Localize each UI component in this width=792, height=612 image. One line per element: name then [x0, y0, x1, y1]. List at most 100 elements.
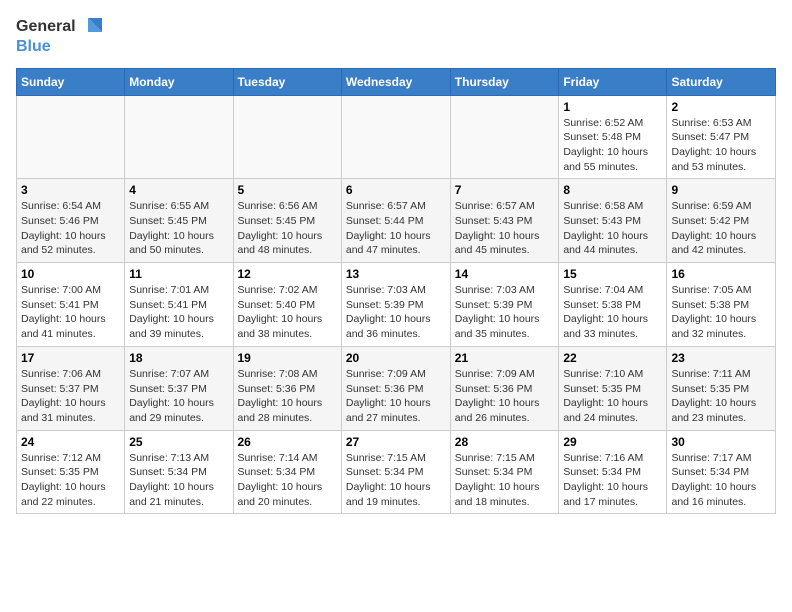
calendar-table: SundayMondayTuesdayWednesdayThursdayFrid…: [16, 68, 776, 515]
calendar-week-row: 24Sunrise: 7:12 AM Sunset: 5:35 PM Dayli…: [17, 430, 776, 514]
day-info: Sunrise: 7:03 AM Sunset: 5:39 PM Dayligh…: [346, 283, 446, 342]
weekday-header: Saturday: [667, 68, 776, 95]
day-number: 20: [346, 351, 446, 365]
day-info: Sunrise: 7:13 AM Sunset: 5:34 PM Dayligh…: [129, 451, 228, 510]
weekday-header: Thursday: [450, 68, 559, 95]
calendar-cell: 20 Sunrise: 7:09 AM Sunset: 5:36 PM Dayli…: [341, 346, 450, 430]
calendar-cell: [17, 95, 125, 179]
day-info: Sunrise: 7:15 AM Sunset: 5:34 PM Dayligh…: [346, 451, 446, 510]
day-info: Sunrise: 7:08 AM Sunset: 5:36 PM Dayligh…: [238, 367, 337, 426]
day-info: Sunrise: 7:09 AM Sunset: 5:36 PM Dayligh…: [455, 367, 555, 426]
calendar-cell: 18Sunrise: 7:07 AM Sunset: 5:37 PM Dayli…: [125, 346, 233, 430]
day-number: 24: [21, 435, 120, 449]
calendar-week-row: 3 Sunrise: 6:54 AM Sunset: 5:46 PM Daylig…: [17, 179, 776, 263]
weekday-header: Friday: [559, 68, 667, 95]
calendar-cell: 30 Sunrise: 7:17 AM Sunset: 5:34 PM Dayli…: [667, 430, 776, 514]
day-info: Sunrise: 7:09 AM Sunset: 5:36 PM Dayligh…: [346, 367, 446, 426]
day-info: Sunrise: 7:11 AM Sunset: 5:35 PM Dayligh…: [671, 367, 771, 426]
day-info: Sunrise: 6:58 AM Sunset: 5:43 PM Dayligh…: [563, 199, 662, 258]
logo: General Blue: [16, 16, 102, 56]
day-info: Sunrise: 7:07 AM Sunset: 5:37 PM Dayligh…: [129, 367, 228, 426]
calendar-cell: 5 Sunrise: 6:56 AM Sunset: 5:45 PM Daylig…: [233, 179, 341, 263]
day-number: 4: [129, 183, 228, 197]
day-info: Sunrise: 6:59 AM Sunset: 5:42 PM Dayligh…: [671, 199, 771, 258]
day-number: 1: [563, 100, 662, 114]
day-info: Sunrise: 6:55 AM Sunset: 5:45 PM Dayligh…: [129, 199, 228, 258]
calendar-cell: 29Sunrise: 7:16 AM Sunset: 5:34 PM Dayli…: [559, 430, 667, 514]
day-number: 16: [671, 267, 771, 281]
day-number: 25: [129, 435, 228, 449]
day-number: 8: [563, 183, 662, 197]
day-number: 17: [21, 351, 120, 365]
calendar-cell: [450, 95, 559, 179]
day-info: Sunrise: 7:00 AM Sunset: 5:41 PM Dayligh…: [21, 283, 120, 342]
day-number: 22: [563, 351, 662, 365]
page-header: General Blue: [16, 16, 776, 56]
day-number: 28: [455, 435, 555, 449]
calendar-cell: 12 Sunrise: 7:02 AM Sunset: 5:40 PM Dayli…: [233, 263, 341, 347]
calendar-cell: 19 Sunrise: 7:08 AM Sunset: 5:36 PM Dayli…: [233, 346, 341, 430]
day-number: 2: [671, 100, 771, 114]
calendar-cell: 6 Sunrise: 6:57 AM Sunset: 5:44 PM Daylig…: [341, 179, 450, 263]
calendar-cell: 23Sunrise: 7:11 AM Sunset: 5:35 PM Dayli…: [667, 346, 776, 430]
day-number: 27: [346, 435, 446, 449]
day-info: Sunrise: 7:05 AM Sunset: 5:38 PM Dayligh…: [671, 283, 771, 342]
weekday-header: Wednesday: [341, 68, 450, 95]
day-number: 13: [346, 267, 446, 281]
calendar-cell: [125, 95, 233, 179]
calendar-week-row: 17 Sunrise: 7:06 AM Sunset: 5:37 PM Dayli…: [17, 346, 776, 430]
calendar-cell: 27 Sunrise: 7:15 AM Sunset: 5:34 PM Dayli…: [341, 430, 450, 514]
day-number: 10: [21, 267, 120, 281]
day-info: Sunrise: 6:57 AM Sunset: 5:43 PM Dayligh…: [455, 199, 555, 258]
weekday-header: Tuesday: [233, 68, 341, 95]
day-info: Sunrise: 6:53 AM Sunset: 5:47 PM Dayligh…: [671, 116, 771, 175]
day-info: Sunrise: 7:17 AM Sunset: 5:34 PM Dayligh…: [671, 451, 771, 510]
calendar-cell: 13 Sunrise: 7:03 AM Sunset: 5:39 PM Dayli…: [341, 263, 450, 347]
calendar-cell: 14 Sunrise: 7:03 AM Sunset: 5:39 PM Dayli…: [450, 263, 559, 347]
calendar-cell: 1Sunrise: 6:52 AM Sunset: 5:48 PM Daylig…: [559, 95, 667, 179]
day-info: Sunrise: 7:06 AM Sunset: 5:37 PM Dayligh…: [21, 367, 120, 426]
calendar-header-row: SundayMondayTuesdayWednesdayThursdayFrid…: [17, 68, 776, 95]
calendar-week-row: 10 Sunrise: 7:00 AM Sunset: 5:41 PM Dayli…: [17, 263, 776, 347]
day-number: 19: [238, 351, 337, 365]
day-number: 14: [455, 267, 555, 281]
calendar-cell: 24Sunrise: 7:12 AM Sunset: 5:35 PM Dayli…: [17, 430, 125, 514]
day-number: 6: [346, 183, 446, 197]
calendar-cell: [233, 95, 341, 179]
calendar-cell: 17 Sunrise: 7:06 AM Sunset: 5:37 PM Dayli…: [17, 346, 125, 430]
day-number: 21: [455, 351, 555, 365]
day-info: Sunrise: 7:02 AM Sunset: 5:40 PM Dayligh…: [238, 283, 337, 342]
day-info: Sunrise: 6:54 AM Sunset: 5:46 PM Dayligh…: [21, 199, 120, 258]
day-info: Sunrise: 7:14 AM Sunset: 5:34 PM Dayligh…: [238, 451, 337, 510]
calendar-cell: 9 Sunrise: 6:59 AM Sunset: 5:42 PM Daylig…: [667, 179, 776, 263]
calendar-cell: 15Sunrise: 7:04 AM Sunset: 5:38 PM Dayli…: [559, 263, 667, 347]
calendar-cell: 25 Sunrise: 7:13 AM Sunset: 5:34 PM Dayli…: [125, 430, 233, 514]
day-info: Sunrise: 7:01 AM Sunset: 5:41 PM Dayligh…: [129, 283, 228, 342]
calendar-cell: 8 Sunrise: 6:58 AM Sunset: 5:43 PM Daylig…: [559, 179, 667, 263]
day-number: 5: [238, 183, 337, 197]
calendar-cell: 22Sunrise: 7:10 AM Sunset: 5:35 PM Dayli…: [559, 346, 667, 430]
calendar-cell: 28 Sunrise: 7:15 AM Sunset: 5:34 PM Dayli…: [450, 430, 559, 514]
day-info: Sunrise: 7:16 AM Sunset: 5:34 PM Dayligh…: [563, 451, 662, 510]
calendar-cell: 7Sunrise: 6:57 AM Sunset: 5:43 PM Daylig…: [450, 179, 559, 263]
day-number: 12: [238, 267, 337, 281]
day-number: 11: [129, 267, 228, 281]
day-info: Sunrise: 7:04 AM Sunset: 5:38 PM Dayligh…: [563, 283, 662, 342]
calendar-cell: 16 Sunrise: 7:05 AM Sunset: 5:38 PM Dayli…: [667, 263, 776, 347]
day-number: 30: [671, 435, 771, 449]
calendar-cell: 2 Sunrise: 6:53 AM Sunset: 5:47 PM Daylig…: [667, 95, 776, 179]
day-info: Sunrise: 6:56 AM Sunset: 5:45 PM Dayligh…: [238, 199, 337, 258]
weekday-header: Sunday: [17, 68, 125, 95]
calendar-cell: 26 Sunrise: 7:14 AM Sunset: 5:34 PM Dayli…: [233, 430, 341, 514]
calendar-cell: 11 Sunrise: 7:01 AM Sunset: 5:41 PM Dayli…: [125, 263, 233, 347]
day-info: Sunrise: 7:15 AM Sunset: 5:34 PM Dayligh…: [455, 451, 555, 510]
calendar-cell: 3 Sunrise: 6:54 AM Sunset: 5:46 PM Daylig…: [17, 179, 125, 263]
calendar-week-row: 1Sunrise: 6:52 AM Sunset: 5:48 PM Daylig…: [17, 95, 776, 179]
calendar-cell: [341, 95, 450, 179]
day-info: Sunrise: 7:03 AM Sunset: 5:39 PM Dayligh…: [455, 283, 555, 342]
day-number: 26: [238, 435, 337, 449]
calendar-cell: 10 Sunrise: 7:00 AM Sunset: 5:41 PM Dayli…: [17, 263, 125, 347]
day-number: 9: [671, 183, 771, 197]
day-info: Sunrise: 6:57 AM Sunset: 5:44 PM Dayligh…: [346, 199, 446, 258]
day-number: 3: [21, 183, 120, 197]
